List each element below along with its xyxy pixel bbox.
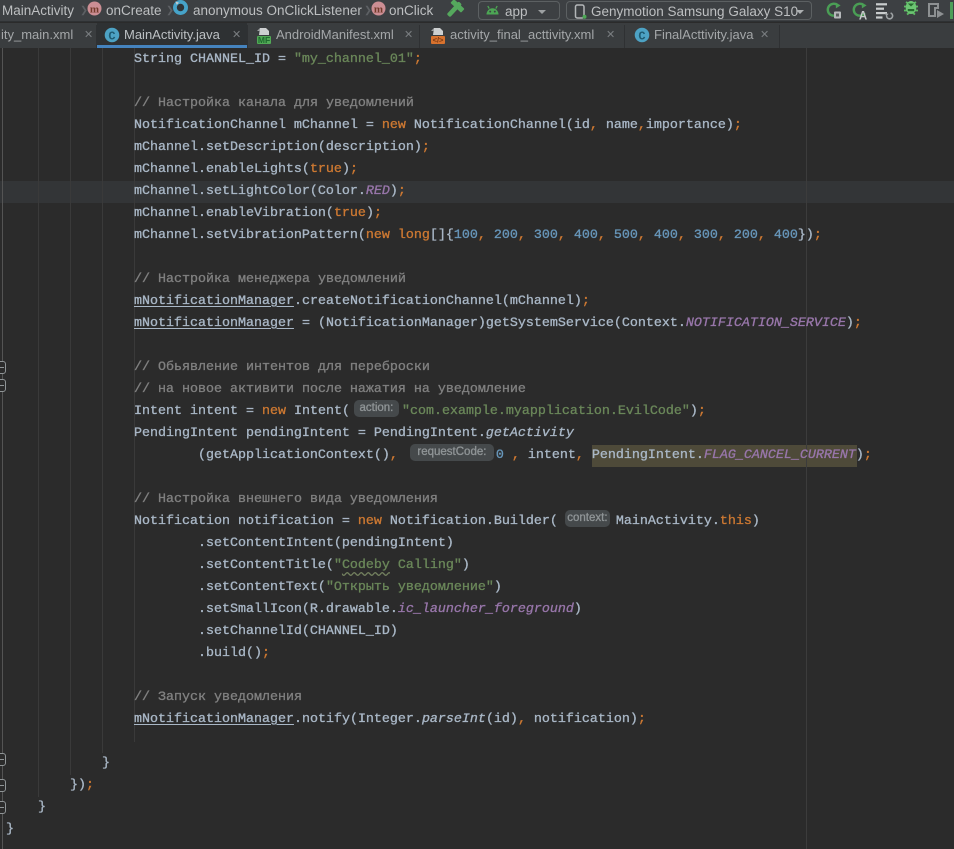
svg-text:A: A xyxy=(859,11,867,21)
svg-text:</>: </> xyxy=(433,36,444,45)
svg-text:MF: MF xyxy=(258,35,270,45)
svg-text:C: C xyxy=(638,30,645,44)
svg-text:m: m xyxy=(90,4,99,16)
svg-text:C: C xyxy=(108,30,115,44)
svg-text:m: m xyxy=(374,4,383,16)
